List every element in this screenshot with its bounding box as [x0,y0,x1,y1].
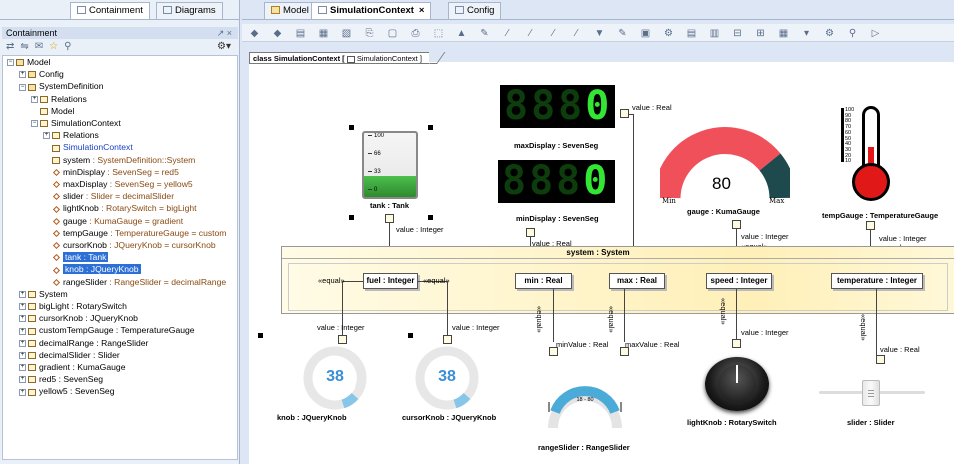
selection-handle[interactable] [428,125,433,130]
temperature-equal-label: «equal» [859,314,868,341]
temp-gauge-port[interactable] [866,221,875,230]
range-slider-value: 18 - 80 [576,397,594,403]
gauge-label: gauge : KumaGauge [687,207,760,216]
knob-cursor-arc [341,392,359,409]
max-part[interactable]: max : Real [609,273,665,289]
selection-handle[interactable] [349,215,354,220]
temp-tick: 10 [845,158,852,165]
slider-port[interactable] [876,355,885,364]
knob-port[interactable] [338,335,347,344]
simulation-diagram: 100 66 33 0 tank : Tank value : Integer 888… [0,0,954,464]
fuel-part[interactable]: fuel : Integer [363,273,418,289]
slider-port-label: value : Real [880,345,920,354]
light-knob-indicator [736,365,738,383]
temp-gauge-label: tempGauge : TemperatureGauge [822,211,939,220]
slider-thumb[interactable] [862,380,880,406]
cursor-knob-arc [453,392,471,409]
min-part[interactable]: min : Real [515,273,572,289]
tank-port-label: value : Integer [396,225,444,234]
cursor-knob-port-label: value : Integer [452,323,500,332]
range-slider-max-port-label: maxValue : Real [625,340,680,349]
selection-handle[interactable] [349,125,354,130]
speed-equal-label: «equal» [719,298,728,325]
max-display-widget[interactable]: 8880 [500,85,615,128]
min-display-widget[interactable]: 8880 [498,160,615,203]
tank-value-port[interactable] [385,214,394,223]
temperature-part[interactable]: temperature : Integer [831,273,923,289]
system-label: system : System [282,247,954,259]
tank-tick: 66 [368,151,381,157]
tank-widget[interactable]: 100 66 33 0 [362,131,418,199]
cursor-knob-value: 38 [438,368,456,385]
knob-port-label: value : Integer [317,323,365,332]
cursor-knob-label: cursorKnob : JQueryKnob [402,413,497,422]
thermometer-bulb [852,163,890,201]
max-equal-label: «equal» [607,306,616,333]
slider-label: slider : Slider [847,418,895,427]
gauge-arc-dark [759,153,790,199]
selection-handle[interactable] [258,333,263,338]
light-knob-label: lightKnob : RotarySwitch [687,418,777,427]
gauge-max-label: Max [769,197,785,205]
temp-gauge-port-label: value : Integer [879,234,927,243]
knob-value: 38 [326,368,344,385]
tank-tick: 33 [368,169,381,175]
light-knob-widget[interactable] [705,357,769,411]
min-equal-label: «equal» [535,306,544,333]
fuel-equal-label-left: «equal» [318,276,345,285]
selection-handle[interactable] [408,333,413,338]
tank-tick: 0 [368,187,377,193]
tank-tick: 100 [368,133,384,139]
max-display-label: maxDisplay : SevenSeg [514,141,599,150]
tank-label: tank : Tank [370,201,410,210]
gauge-port[interactable] [732,220,741,229]
fuel-equal-label-right: «equal» [423,276,450,285]
range-slider-min-port-label: minValue : Real [556,340,609,349]
temp-gauge-scale: 100 90 80 70 60 50 40 30 20 10 [845,107,859,165]
gauge-port-label: value : Integer [741,232,789,241]
knob-label: knob : JQueryKnob [277,413,347,422]
range-slider-label: rangeSlider : RangeSlider [538,443,630,452]
min-display-label: minDisplay : SevenSeg [516,214,599,223]
selection-handle[interactable] [428,215,433,220]
max-display-port[interactable] [620,109,629,118]
light-knob-port-label: value : Integer [741,328,789,337]
gauge-value: 80 [712,174,731,193]
light-knob-port[interactable] [732,339,741,348]
speed-part[interactable]: speed : Integer [706,273,772,289]
min-display-port[interactable] [526,228,535,237]
cursor-knob-port[interactable] [443,335,452,344]
gauge-min-label: Min [662,197,676,205]
